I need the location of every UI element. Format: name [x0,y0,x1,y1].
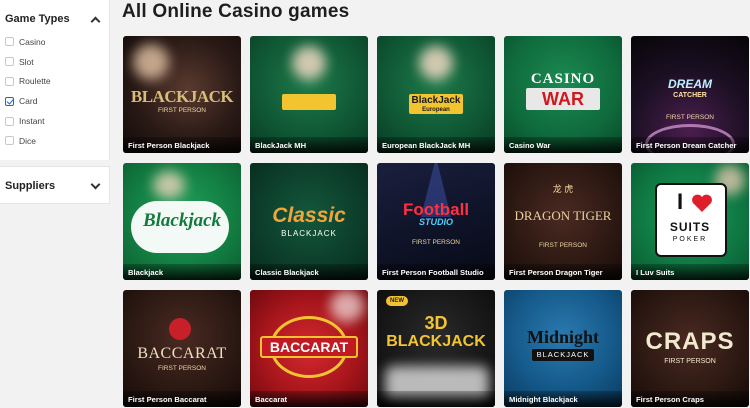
game-art-subtext: CATCHER [673,92,707,99]
game-title: European BlackJack MH [377,137,495,153]
game-title [377,391,495,407]
game-title: First Person Dream Catcher [631,137,749,153]
filters-sidebar: Game Types Casino Slot Roulette Card Ins… [0,0,110,408]
game-art-subtext: FIRST PERSON [158,365,206,372]
game-title: First Person Blackjack [123,137,241,153]
game-tile[interactable]: Midnight BLACKJACK Midnight Blackjack [504,290,622,407]
game-tile[interactable]: CASINO WAR Casino War [504,36,622,153]
filter-item-roulette[interactable]: Roulette [5,72,51,92]
game-art-subtext: BLACKJACK [386,333,486,350]
casino-games-page: Game Types Casino Slot Roulette Card Ins… [0,0,750,408]
filter-label: Roulette [19,76,51,87]
game-title: Baccarat [250,391,368,407]
game-tile[interactable]: BlackJack European European BlackJack MH [377,36,495,153]
game-title: First Person Craps [631,391,749,407]
game-types-list: Casino Slot Roulette Card Instant Dice [5,32,51,151]
game-tile[interactable]: Blackjack Blackjack [123,163,241,280]
game-art-text: Football [402,200,470,219]
game-art-text: CRAPS [645,328,735,355]
suppliers-header[interactable]: Suppliers [5,179,103,193]
filter-item-card[interactable]: Card [5,91,51,111]
game-tile[interactable]: I SUITS POKER I Luv Suits [631,163,749,280]
game-art-text: BACCARAT [269,339,349,355]
game-art-subtext: BLACKJACK [281,229,337,238]
heart-icon [691,193,713,213]
game-title: Classic Blackjack [250,264,368,280]
game-title: Blackjack [123,264,241,280]
game-art-subtext: European [422,107,450,113]
checkbox[interactable] [5,116,14,126]
game-art-subtext: FIRST PERSON [158,107,206,114]
game-art-subtext: BLACKJACK [536,350,590,359]
game-title: First Person Baccarat [123,391,241,407]
game-art-text: Blackjack [142,210,222,231]
game-art-text: BACCARAT [137,345,227,362]
new-badge: NEW [386,296,408,306]
game-art-text: CASINO [530,71,596,87]
game-art-text: Classic [272,204,346,227]
game-art-text: I [676,189,684,214]
game-art-caption: POKER [672,236,708,243]
game-art-subtext: FIRST PERSON [664,358,716,365]
game-tile[interactable]: 龙 虎 DRAGON TIGER FIRST PERSON First Pers… [504,163,622,280]
game-tile[interactable]: CRAPS FIRST PERSON First Person Craps [631,290,749,407]
filter-item-casino[interactable]: Casino [5,32,51,52]
game-title: I Luv Suits [631,264,749,280]
game-title: First Person Dragon Tiger [504,264,622,280]
chevron-up-icon[interactable] [90,16,101,26]
filter-label: Slot [19,56,34,67]
game-art-subtext: WAR [542,89,584,109]
game-tile[interactable]: BLACKJACK FIRST PERSON First Person Blac… [123,36,241,153]
game-tile[interactable]: Classic BLACKJACK Classic Blackjack [250,163,368,280]
game-types-title: Game Types [5,13,70,25]
game-art-subtext: SUITS [669,220,711,234]
game-art-subtext: DRAGON TIGER [514,208,612,223]
game-title: First Person Football Studio [377,264,495,280]
game-art-text: BlackJack [411,95,461,106]
checkbox[interactable] [5,76,14,86]
suppliers-panel: Suppliers [0,166,110,204]
filter-item-slot[interactable]: Slot [5,52,51,72]
game-art-text: DREAM [668,77,712,91]
checkbox[interactable] [5,57,14,67]
game-types-panel: Game Types Casino Slot Roulette Card Ins… [0,0,110,160]
game-art-caption: FIRST PERSON [666,114,714,121]
game-title: Casino War [504,137,622,153]
filter-item-dice[interactable]: Dice [5,131,51,151]
filter-label: Card [19,96,38,107]
game-types-header[interactable]: Game Types [5,11,103,27]
game-art-caption: FIRST PERSON [539,242,587,249]
suppliers-title: Suppliers [5,180,56,192]
checkbox[interactable] [5,37,14,47]
game-title: BlackJack MH [250,137,368,153]
game-tile[interactable]: BACCARAT FIRST PERSON First Person Bacca… [123,290,241,407]
game-art-text: 3D [424,313,448,333]
filter-label: Dice [19,135,37,146]
chevron-down-icon[interactable] [90,179,101,190]
checkbox[interactable] [5,136,14,146]
game-art-subtext: STUDIO [418,217,453,227]
game-tile[interactable]: Football STUDIO FIRST PERSON First Perso… [377,163,495,280]
game-art-text: 龙 虎 [552,184,574,194]
game-title: Midnight Blackjack [504,391,622,407]
game-art-text: BLACKJACK [130,87,234,106]
filter-label: Instant [19,116,45,127]
game-tile[interactable]: BlackJack BlackJack MH [250,36,368,153]
game-tile[interactable]: BACCARAT Baccarat [250,290,368,407]
filter-label: Casino [19,36,46,47]
filter-item-instant[interactable]: Instant [5,111,51,131]
checkbox-checked[interactable] [5,96,14,106]
game-tile[interactable]: DREAM CATCHER FIRST PERSON First Person … [631,36,749,153]
game-art-caption: FIRST PERSON [412,239,460,246]
game-tile[interactable]: NEW 3D BLACKJACK [377,290,495,407]
page-title: All Online Casino games [122,1,350,22]
game-art-text: Midnight [526,327,600,347]
